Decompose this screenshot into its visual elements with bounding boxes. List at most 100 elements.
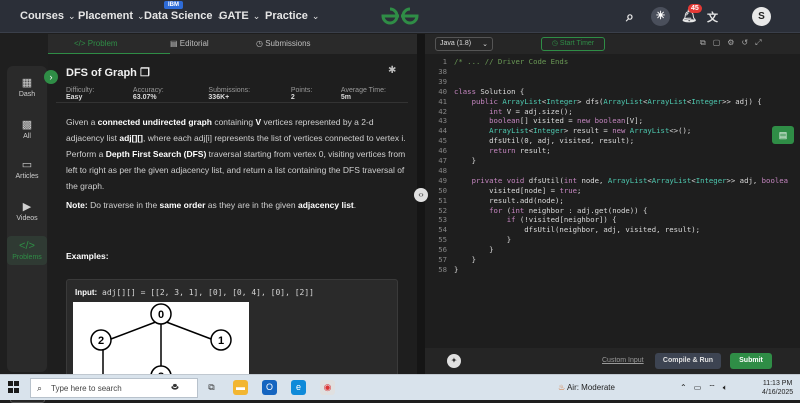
chat-icon[interactable]: ▤ <box>772 126 794 144</box>
monitor-icon[interactable]: ▭ <box>694 383 702 393</box>
air-quality-icon: ♨ <box>558 383 567 392</box>
code-line[interactable]: return result; <box>454 146 551 155</box>
code-line[interactable]: visited[node] = true; <box>454 186 581 195</box>
code-line[interactable]: result.add(node); <box>454 196 564 205</box>
nav-practice[interactable]: Practice ⌄ <box>265 10 319 22</box>
svg-text:0: 0 <box>158 309 164 321</box>
nav-courses[interactable]: Courses ⌄ <box>20 10 76 22</box>
code-line[interactable]: ArrayList<Integer> result = new ArrayLis… <box>454 126 691 135</box>
line-number: 1 <box>442 57 447 66</box>
bookmark-icon[interactable]: ❐ <box>140 67 150 79</box>
graph-node-3: 3 <box>150 365 172 374</box>
submit-button[interactable]: Submit <box>730 353 772 369</box>
nav-gate[interactable]: GATE ⌄ <box>219 10 260 22</box>
settings-icon[interactable]: ⚙ <box>727 38 734 48</box>
avatar[interactable]: S <box>752 7 771 26</box>
bug-report-icon[interactable]: ✱ <box>388 65 396 76</box>
edge-icon[interactable]: e <box>291 380 306 395</box>
graph-diagram: 0 2 1 3 4 <box>90 303 232 374</box>
copy-icon[interactable]: ⧉ <box>700 38 706 48</box>
problem-description: Given a connected undirected graph conta… <box>66 117 406 191</box>
code-line[interactable]: class Solution { <box>454 87 524 96</box>
tab-editorial[interactable]: ▤ Editorial <box>170 39 209 48</box>
lightbulb-icon[interactable]: ✦ <box>447 354 461 368</box>
expand-sidebar-icon[interactable]: › <box>44 70 58 84</box>
weather-widget[interactable]: ♨ Air: Moderate <box>558 383 615 392</box>
fullscreen-icon[interactable]: ⤢ <box>755 38 761 48</box>
line-number: 41 <box>438 96 447 106</box>
chrome-icon[interactable]: ◉ <box>320 380 335 395</box>
sidebar-item-dash[interactable]: ▦ Dash <box>7 76 47 98</box>
code-line[interactable]: } <box>454 235 511 244</box>
chevron-up-icon[interactable]: ⌃ <box>680 383 687 393</box>
code-area[interactable]: 1 /* ... // Driver Code Ends 38 39 40 class S… <box>425 54 800 354</box>
code-line[interactable]: /* ... // Driver Code Ends <box>454 57 568 66</box>
line-number: 38 <box>438 66 447 76</box>
theme-toggle-icon[interactable]: ☀ <box>651 7 670 26</box>
line-number: 52 <box>438 205 447 215</box>
code-line[interactable]: private void dfsUtil(int node, ArrayList… <box>454 176 788 185</box>
editor-toolbar: Java (1.8) ⌄ ◷ Start Timer ⧉ ▢ ⚙ ↺ ⤢ <box>425 34 800 54</box>
grid-icon: ▩ <box>21 119 33 131</box>
line-number: 40 <box>438 86 447 96</box>
sidebar-item-articles[interactable]: ▭ Articles <box>7 158 47 180</box>
taskbar-clock[interactable]: 11:13 PM 4/16/2025 <box>762 379 793 397</box>
gfg-logo[interactable] <box>379 6 421 32</box>
line-number: 53 <box>438 215 447 225</box>
language-select[interactable]: Java (1.8) ⌄ <box>435 37 493 51</box>
svg-text:2: 2 <box>98 335 104 347</box>
sidebar-item-videos[interactable]: ▶ Videos <box>7 200 47 222</box>
windows-start-icon[interactable] <box>8 381 20 393</box>
submissions-value: 336K+ <box>208 94 230 101</box>
code-line[interactable]: } <box>454 255 476 264</box>
articles-icon: ▭ <box>21 159 33 171</box>
code-line[interactable]: } <box>454 156 476 165</box>
problem-note: Note: Do traverse in the same order as t… <box>66 200 357 210</box>
line-number: 58 <box>438 264 447 274</box>
tab-problem[interactable]: </> Problem <box>74 39 118 48</box>
points-value: 2 <box>290 94 295 101</box>
task-view-icon[interactable]: ⧉ <box>204 380 219 395</box>
difficulty-value: Easy <box>66 94 83 101</box>
code-line[interactable]: } <box>454 265 458 274</box>
code-editor-panel: Java (1.8) ⌄ ◷ Start Timer ⧉ ▢ ⚙ ↺ ⤢ 1 /* … <box>425 34 800 374</box>
graph-node-0: 0 <box>150 303 172 325</box>
chevron-down-icon: ⌄ <box>252 10 261 21</box>
example-box: Input: adj[][] = [[2, 3, 1], [0], [0, 4]… <box>66 244 398 374</box>
code-icon: </> <box>19 240 35 252</box>
code-line[interactable]: if (!visited[neighbor]) { <box>454 215 617 224</box>
chevron-down-icon: ⌄ <box>68 10 76 21</box>
sidebar-item-all[interactable]: ▩ All <box>7 118 47 140</box>
file-explorer-icon[interactable]: ▬ <box>233 380 248 395</box>
file-icon[interactable]: ▢ <box>713 38 721 48</box>
search-icon: ⌕ <box>37 383 43 393</box>
custom-input-link[interactable]: Custom Input <box>602 357 644 364</box>
code-line[interactable]: boolean[] visited = new boolean[V]; <box>454 116 643 125</box>
compile-run-button[interactable]: Compile & Run <box>655 353 721 369</box>
wifi-icon[interactable]: ⌔ <box>708 383 716 393</box>
nav-placement[interactable]: Placement ⌄ <box>78 10 145 22</box>
volume-icon[interactable]: 🔈︎ <box>723 383 728 393</box>
code-line[interactable]: dfsUtil(0, adj, visited, result); <box>454 136 634 145</box>
code-line[interactable]: dfsUtil(neighbor, adj, visited, result); <box>454 225 700 234</box>
reset-icon[interactable]: ↺ <box>741 38 748 48</box>
accuracy-value: 63.07% <box>132 94 157 101</box>
dashboard-icon: ▦ <box>21 77 33 89</box>
line-number: 39 <box>438 76 447 86</box>
tab-submissions[interactable]: ◷ Submissions <box>256 39 311 48</box>
divider <box>56 102 408 103</box>
search-highlight-icon[interactable]: 🎩︎ <box>157 380 193 395</box>
sidebar-item-problems[interactable]: </> Problems <box>7 236 47 265</box>
system-tray: ⌃ ▭ ⌔ 🔈︎ <box>680 383 728 393</box>
code-line[interactable]: } <box>454 245 493 254</box>
resize-handle-icon[interactable]: ‹› <box>414 188 428 202</box>
search-icon[interactable]: ⌕ <box>626 8 634 25</box>
outlook-icon[interactable]: O <box>262 380 277 395</box>
language-icon[interactable]: 文 <box>707 9 718 25</box>
panel-divider[interactable] <box>417 34 425 374</box>
code-line[interactable]: public ArrayList<Integer> dfs(ArrayList<… <box>454 97 762 106</box>
code-line[interactable]: for (int neighbor : adj.get(node)) { <box>454 206 647 215</box>
code-line[interactable]: int V = adj.size(); <box>454 107 572 116</box>
nav-data-science[interactable]: Data Science ⌄ <box>144 10 224 22</box>
start-timer-button[interactable]: ◷ Start Timer <box>541 37 605 51</box>
